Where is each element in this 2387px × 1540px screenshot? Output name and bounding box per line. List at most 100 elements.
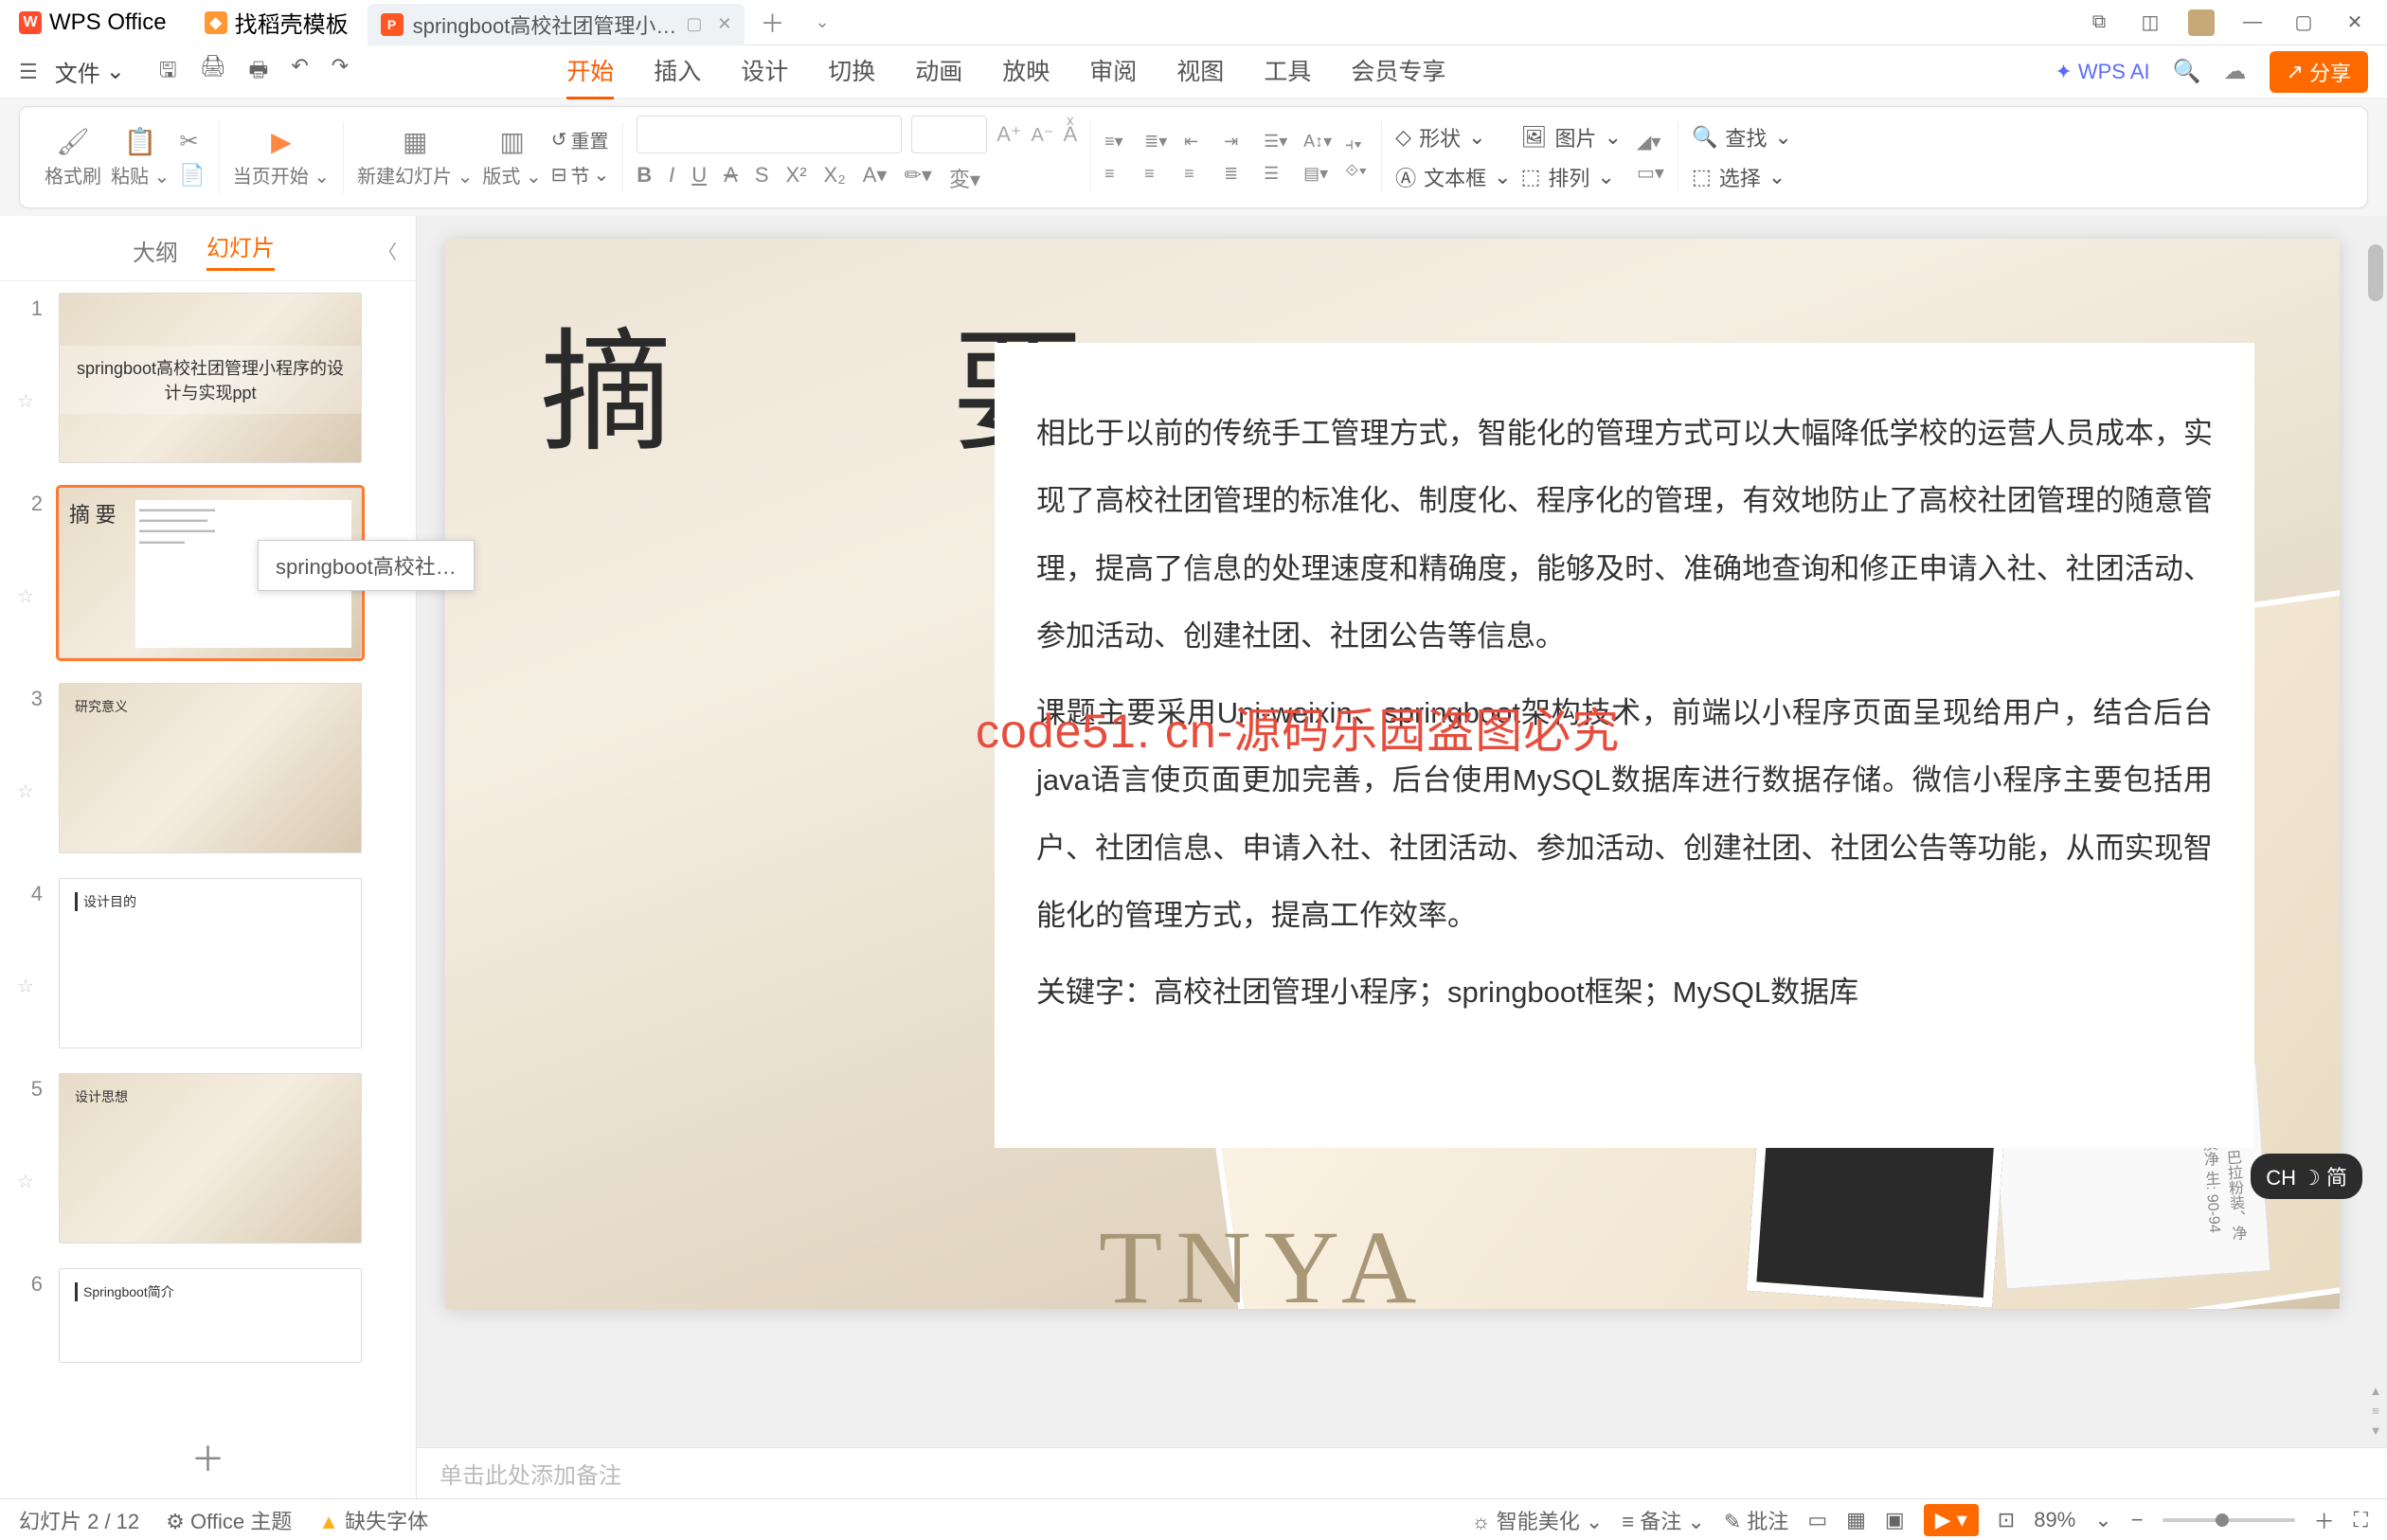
tab-animation[interactable]: 动画 xyxy=(915,44,962,99)
vertical-scrollbar[interactable] xyxy=(2368,244,2383,301)
star-icon[interactable]: ☆ xyxy=(17,346,40,413)
tab-menu-dropdown[interactable]: ⌄ xyxy=(799,12,844,32)
fill-dropdown-icon[interactable]: ◢▾ xyxy=(1637,130,1664,153)
superscript-button[interactable]: X² xyxy=(786,163,807,193)
cloud-upload-icon[interactable]: ☁ xyxy=(2224,58,2247,85)
slide-counter[interactable]: 幻灯片 2 / 12 xyxy=(19,1505,139,1535)
collapse-panel-icon[interactable]: 〈 xyxy=(378,237,397,264)
thumb-preview[interactable]: 研究意义 xyxy=(59,683,362,853)
select-button[interactable]: ⬚选择 ⌄ xyxy=(1692,162,1792,192)
underline-button[interactable]: U xyxy=(691,163,707,193)
paste-button[interactable]: 📋粘贴 ⌄ xyxy=(111,126,170,188)
notes-bar[interactable]: 单击此处添加备注 xyxy=(417,1447,2387,1498)
align-right-icon[interactable]: ≡ xyxy=(1184,164,1207,183)
align-vertical-icon[interactable]: ⫞▾ xyxy=(1345,134,1368,153)
slides-tab[interactable]: 幻灯片 xyxy=(206,229,275,271)
tab-insert[interactable]: 插入 xyxy=(654,44,701,99)
align-justify-icon[interactable]: ≣ xyxy=(1224,164,1247,183)
normal-view-icon[interactable]: ▭ xyxy=(1807,1508,1827,1532)
tab-member[interactable]: 会员专享 xyxy=(1351,44,1445,99)
thumb-preview[interactable]: Springboot简介 xyxy=(59,1268,362,1363)
new-slide-button[interactable]: ▦新建幻灯片 ⌄ xyxy=(357,126,473,188)
font-color-button[interactable]: A▾ xyxy=(863,163,888,193)
find-button[interactable]: 🔍查找 ⌄ xyxy=(1692,122,1792,152)
indent-decrease-icon[interactable]: ⇤ xyxy=(1184,132,1207,151)
thumbnail-1[interactable]: 1☆ springboot高校社团管理小程序的设计与实现ppt xyxy=(9,293,416,463)
tab-view[interactable]: 视图 xyxy=(1176,44,1224,99)
picture-button[interactable]: 🖼图片 ⌄ xyxy=(1521,122,1622,152)
redo-button[interactable]: ↷ xyxy=(332,54,349,90)
font-size-select[interactable] xyxy=(911,116,987,153)
thumb-preview[interactable]: springboot高校社团管理小程序的设计与实现ppt xyxy=(59,293,362,463)
missing-font-warning[interactable]: ▲ 缺失字体 xyxy=(318,1505,428,1535)
font-family-select[interactable] xyxy=(637,116,902,153)
new-tab-button[interactable]: ＋ xyxy=(745,5,799,40)
undo-button[interactable]: ↶ xyxy=(291,54,308,90)
section-button[interactable]: ⊟节 ⌄ xyxy=(551,161,610,188)
close-window-button[interactable]: ✕ xyxy=(2342,9,2368,36)
multi-window-icon[interactable]: ⧉ xyxy=(2086,9,2112,36)
paragraph-3[interactable]: 关键字：高校社团管理小程序；springboot框架；MySQL数据库 xyxy=(1036,958,2213,1026)
zoom-in-button[interactable]: ＋ xyxy=(2314,1505,2335,1535)
highlight-button[interactable]: ✏▾ xyxy=(904,163,931,193)
document-tab[interactable]: P springboot高校社团管理小… ▢ ✕ xyxy=(368,4,745,45)
app-tab-template[interactable]: ◆ 找稻壳模板 xyxy=(186,0,368,45)
align-center-icon[interactable]: ≡ xyxy=(1144,164,1167,183)
star-icon[interactable]: ☆ xyxy=(17,1126,40,1193)
nav-dots[interactable]: ▲≡▼ xyxy=(2367,1384,2384,1438)
theme-indicator[interactable]: ⚙ Office 主题 xyxy=(166,1505,292,1535)
thumbnail-3[interactable]: 3☆ 研究意义 xyxy=(9,683,416,853)
convert-icon[interactable]: ⟐▾ xyxy=(1345,161,1368,180)
tab-review[interactable]: 审阅 xyxy=(1089,44,1137,99)
text-direction-icon[interactable]: A↕▾ xyxy=(1303,132,1326,151)
canvas-scroll[interactable]: ▲≡▼ 采用右板 巴拉粉装、净重 洁净质净 生: 90-94 摘 要 相比于以前… xyxy=(417,216,2387,1447)
shape-button[interactable]: ◇形状 ⌄ xyxy=(1395,122,1511,152)
distribute-icon[interactable]: ☰ xyxy=(1264,164,1286,183)
file-menu[interactable]: 文件 ⌄ xyxy=(55,55,125,88)
notes-placeholder[interactable]: 单击此处添加备注 xyxy=(440,1457,621,1490)
align-left-icon[interactable]: ≡ xyxy=(1104,164,1127,183)
zoom-level[interactable]: 89% xyxy=(2034,1508,2075,1532)
minimize-button[interactable]: — xyxy=(2239,9,2266,36)
tab-transition[interactable]: 切换 xyxy=(828,44,875,99)
thumb-preview[interactable]: 设计思想 xyxy=(59,1073,362,1244)
app-tab-wps[interactable]: W WPS Office xyxy=(0,0,186,45)
tab-start[interactable]: 开始 xyxy=(566,44,614,99)
tab-close-button[interactable]: ✕ xyxy=(717,14,731,34)
slideshow-button[interactable]: ▶ ▾ xyxy=(1924,1504,1979,1536)
increase-font-icon[interactable]: A⁺ xyxy=(996,122,1021,147)
wps-ai-button[interactable]: ✦ WPS AI xyxy=(2055,60,2149,84)
line-spacing-icon[interactable]: ☰▾ xyxy=(1264,132,1286,151)
strike-button[interactable]: S xyxy=(755,163,769,193)
ime-indicator[interactable]: CH ☽ 简 xyxy=(2251,1154,2362,1199)
thumbnail-4[interactable]: 4☆ 设计目的 xyxy=(9,878,416,1048)
comments-toggle[interactable]: ✎ 批注 xyxy=(1724,1505,1789,1535)
subscript-button[interactable]: X₂ xyxy=(824,163,846,193)
star-icon[interactable]: ☆ xyxy=(17,736,40,803)
hamburger-icon[interactable]: ☰ xyxy=(19,60,38,84)
zoom-slider[interactable] xyxy=(2163,1518,2295,1522)
outline-tab[interactable]: 大纲 xyxy=(133,234,178,267)
copy-icon[interactable]: 📄 xyxy=(179,163,205,188)
outline-dropdown-icon[interactable]: ▭▾ xyxy=(1637,161,1664,185)
star-icon[interactable]: ☆ xyxy=(17,931,40,998)
thumbnail-6[interactable]: 6 Springboot简介 xyxy=(9,1268,416,1363)
numbering-icon[interactable]: ≣▾ xyxy=(1144,132,1167,151)
phonetic-button[interactable]: 変▾ xyxy=(949,163,980,193)
presenter-view-icon[interactable]: ⊡ xyxy=(1998,1508,2015,1532)
tab-design[interactable]: 设计 xyxy=(741,44,788,99)
print-icon[interactable]: 🖶 xyxy=(249,54,269,90)
export-icon[interactable]: 🖨 xyxy=(200,54,226,90)
italic-button[interactable]: I xyxy=(669,163,674,193)
reset-button[interactable]: ↺重置 xyxy=(551,126,610,153)
thumb-preview[interactable]: 设计目的 xyxy=(59,878,362,1048)
add-slide-button[interactable]: ＋ xyxy=(0,1423,416,1498)
bold-button[interactable]: B xyxy=(637,163,652,193)
bullets-icon[interactable]: ≡▾ xyxy=(1104,132,1127,151)
notes-toggle[interactable]: ≡ 备注 ⌄ xyxy=(1622,1505,1705,1535)
columns-icon[interactable]: ▤▾ xyxy=(1303,164,1326,183)
clear-format-icon[interactable]: Aͯ xyxy=(1063,122,1077,147)
thumbnail-5[interactable]: 5☆ 设计思想 xyxy=(9,1073,416,1244)
maximize-button[interactable]: ▢ xyxy=(2290,9,2317,36)
fit-to-window-icon[interactable]: ⛶ xyxy=(2354,1508,2368,1532)
